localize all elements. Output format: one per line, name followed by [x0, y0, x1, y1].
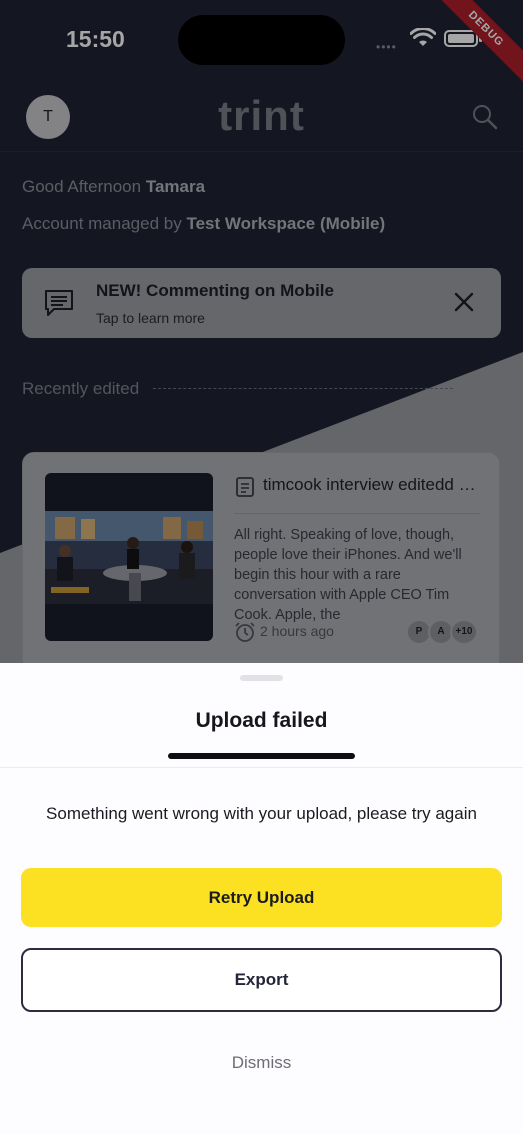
dismiss-button[interactable]: Dismiss — [0, 1053, 523, 1073]
sheet-title: Upload failed — [195, 709, 328, 732]
sheet-divider — [0, 767, 523, 768]
sheet-grabber[interactable] — [240, 675, 283, 681]
upload-failed-sheet: Upload failed Something went wrong with … — [0, 663, 523, 1134]
sheet-message: Something went wrong with your upload, p… — [46, 804, 477, 823]
home-indicator[interactable] — [168, 753, 355, 759]
export-button[interactable]: Export — [21, 948, 502, 1012]
retry-upload-button[interactable]: Retry Upload — [21, 868, 502, 927]
